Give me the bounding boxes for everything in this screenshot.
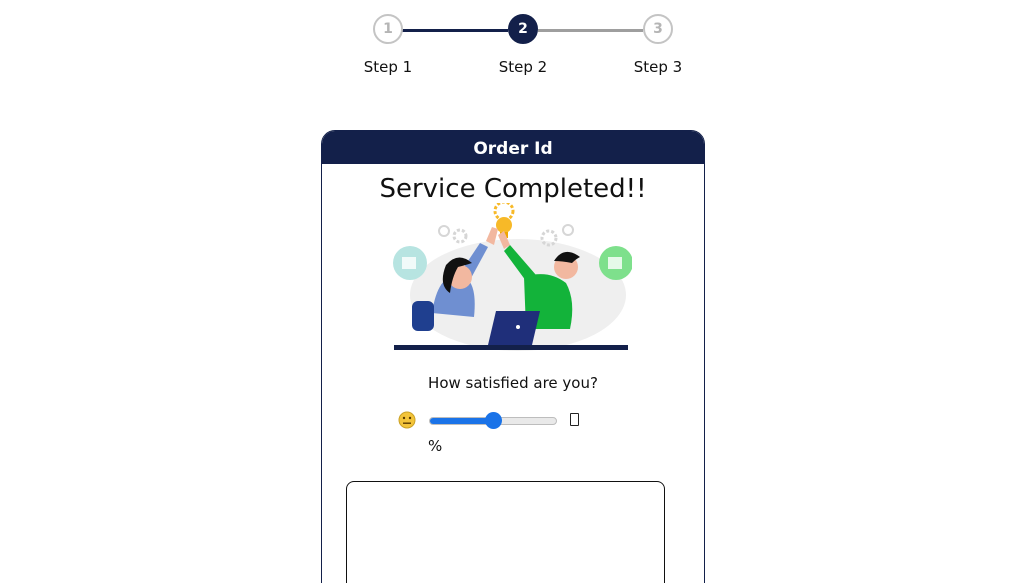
- slider-fill: [430, 418, 493, 424]
- neutral-face-emoji-icon: [398, 411, 416, 429]
- satisfaction-question: How satisfied are you?: [428, 374, 598, 392]
- satisfaction-percent: %: [428, 437, 443, 455]
- step-3-circle[interactable]: 3: [643, 14, 673, 44]
- step-connector-2-3: [538, 29, 643, 32]
- slider-thumb[interactable]: [485, 412, 502, 429]
- step-2-label: Step 2: [498, 58, 548, 76]
- step-2-circle[interactable]: 2: [508, 14, 538, 44]
- missing-glyph-box-icon: [570, 413, 579, 426]
- page-title: Service Completed!!: [379, 174, 647, 204]
- stepper: 1 2 3 Step 1 Step 2 Step 3: [0, 0, 1036, 90]
- high-five-illustration: [393, 203, 632, 351]
- card-header: Order Id: [322, 131, 704, 164]
- step-3-label: Step 3: [633, 58, 683, 76]
- satisfaction-slider-row: [398, 409, 598, 433]
- feedback-textarea[interactable]: [346, 481, 665, 583]
- step-connector-1-2: [402, 29, 508, 32]
- order-card: Order Id Service Completed!! How satisfi…: [321, 130, 705, 583]
- step-1-label: Step 1: [363, 58, 413, 76]
- step-1-circle[interactable]: 1: [373, 14, 403, 44]
